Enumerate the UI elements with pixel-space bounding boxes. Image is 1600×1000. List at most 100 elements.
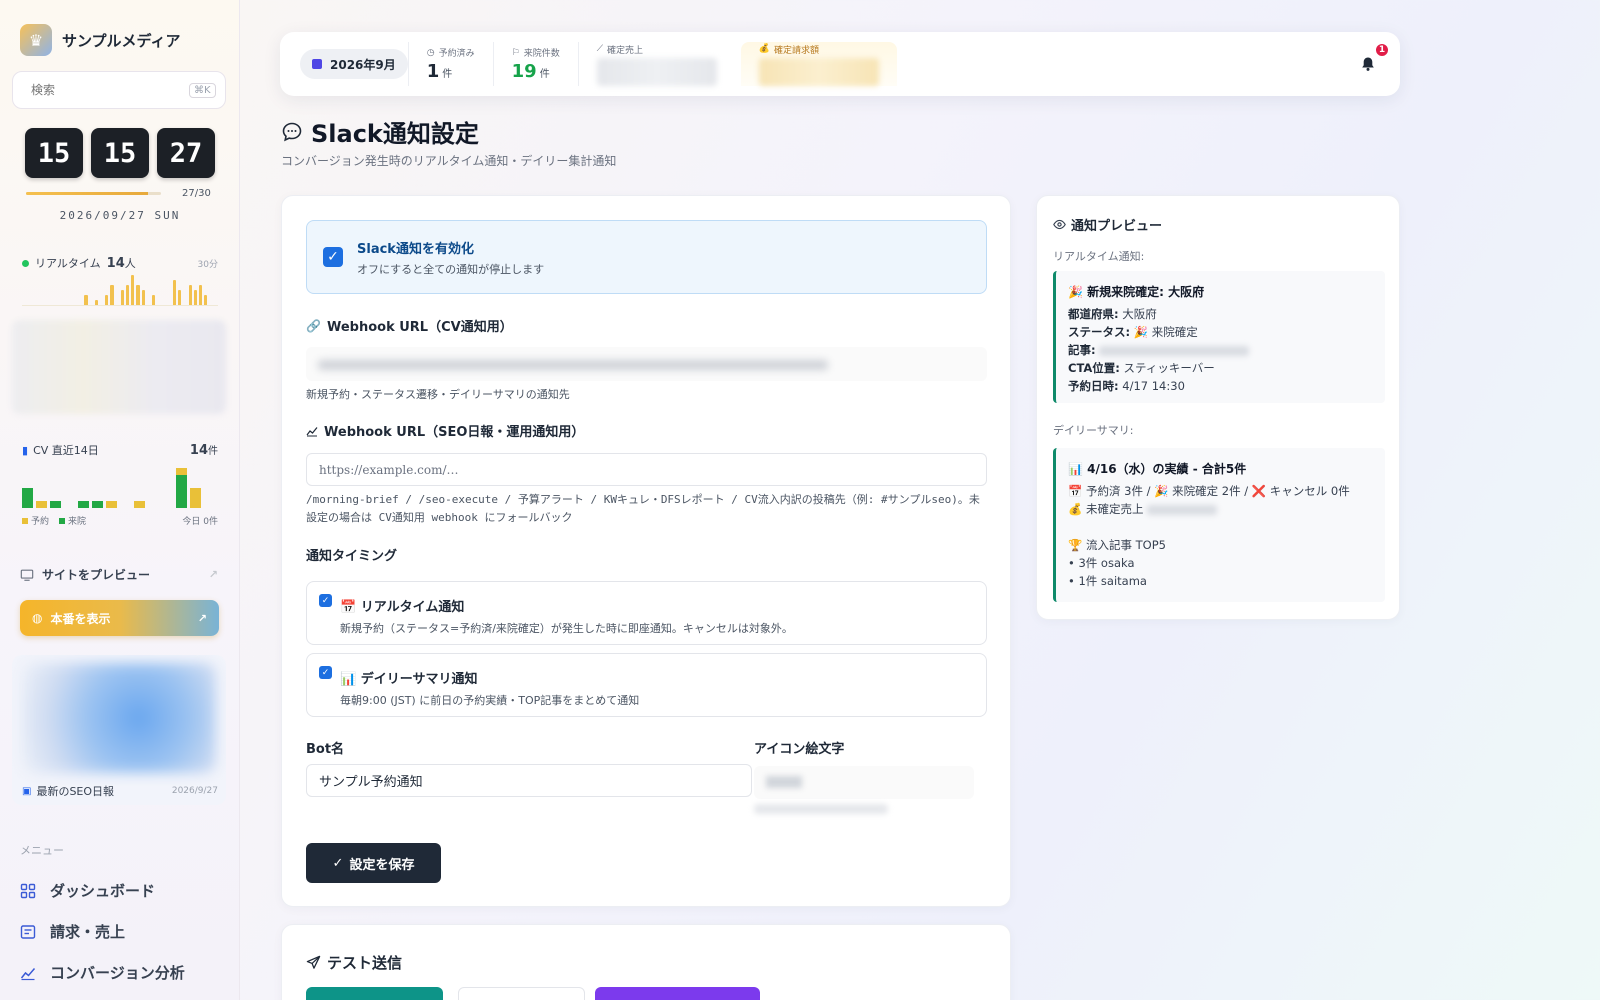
webhook-cv-input[interactable]: [306, 347, 987, 381]
menu-item-conversion[interactable]: コンバージョン分析: [20, 952, 220, 993]
line-chart-icon: [20, 967, 36, 980]
notifications-button[interactable]: 1: [1356, 42, 1390, 76]
stat-booked-unit: 件: [442, 69, 453, 80]
menu-item-billing[interactable]: 請求・売上: [20, 911, 220, 952]
daily-option[interactable]: ✓ 📊 デイリーサマリ通知 毎朝9:00 (JST) に前日の予約実績・TOP記…: [306, 653, 987, 717]
enable-checkbox[interactable]: ✓: [323, 247, 343, 267]
rt-cta-key: CTA位置:: [1068, 361, 1120, 375]
view-production-label: 本番を表示: [50, 611, 111, 626]
cv-total: 14件: [190, 442, 218, 458]
stat-visits-number: 19: [511, 61, 537, 82]
daily-msg-item: • 1件 saitama: [1068, 574, 1147, 588]
flag-icon: ⚐: [511, 47, 520, 58]
external-link-icon: ↗: [208, 568, 218, 581]
stat-booked-label: ◷ 予約済み: [427, 46, 475, 60]
stat-booked-number: 1: [426, 61, 440, 82]
realtime-checkbox[interactable]: ✓: [319, 594, 332, 607]
stat-sales-label: ⟋ 確定売上: [597, 43, 717, 56]
site-preview-link[interactable]: サイトをプレビュー ↗: [20, 566, 218, 583]
seo-report-caption: ▣ 最新のSEO日報 2026/9/27: [22, 783, 218, 799]
view-production-button[interactable]: ◍ 本番を表示 ↗: [20, 600, 219, 636]
rt-msg-status: ステータス: 🎉 来院確定: [1068, 323, 1373, 341]
monitor-icon: [20, 569, 34, 581]
save-settings-button[interactable]: ✓ 設定を保存: [306, 843, 441, 883]
rt-msg-cta: CTA位置: スティッキーバー: [1068, 359, 1373, 377]
daily-msg-title: 📊 4/16（水）の実績 - 合計5件: [1068, 462, 1247, 476]
daily-unconfirmed-label: 💰 未確定売上: [1068, 502, 1144, 516]
stat-sales: ⟋ 確定売上: [577, 42, 735, 86]
seo-report-label: 最新のSEO日報: [36, 785, 115, 798]
realtime-unit: 人: [124, 257, 136, 270]
receipt-icon: [20, 924, 36, 939]
stat-billing-redacted: [758, 57, 879, 86]
daily-msg-top: 🏆 流入記事 TOP5: [1068, 538, 1166, 552]
webhook-seo-input[interactable]: https://example.com/…: [306, 453, 987, 486]
search-box[interactable]: ⌘K: [12, 71, 226, 109]
settings-card: ✓ Slack通知を有効化 オフにすると全ての通知が停止します 🔗 Webhoo…: [281, 195, 1011, 907]
enable-text: Slack通知を有効化 オフにすると全ての通知が停止します: [357, 238, 544, 277]
rt-status-value: 🎉 来院確定: [1133, 325, 1198, 339]
rt-msg-date: 予約日時: 4/17 14:30: [1068, 377, 1373, 395]
brand-name: サンプルメディア: [62, 31, 181, 50]
test-send-button-purple[interactable]: [595, 987, 760, 1000]
menu-item-label: 請求・売上: [50, 923, 126, 941]
enable-slack-toggle[interactable]: ✓ Slack通知を有効化 オフにすると全ての通知が停止します: [306, 220, 987, 294]
page-title: Slack通知設定: [281, 114, 479, 149]
realtime-bar: [120, 290, 125, 305]
stat-billing: 💰 確定請求額: [740, 42, 897, 86]
cv-day-bar: [106, 501, 117, 508]
search-input[interactable]: [31, 83, 181, 97]
stat-visits-label: ⚐ 来院件数: [511, 46, 560, 60]
bot-name-input[interactable]: サンプル予約通知: [306, 764, 752, 797]
cv-booked-segment: [106, 501, 117, 508]
cv-day-bar: [78, 501, 89, 508]
realtime-bar: [141, 290, 145, 305]
realtime-bar: [105, 295, 109, 305]
stats-header: 2026年9月 ◷ 予約済み 1件 ⚐ 来院件数 19 件 ⟋ 確定売上 💰 確定請求額 …: [280, 32, 1400, 96]
test-send-button-teal[interactable]: [306, 987, 443, 1000]
seo-report-card[interactable]: ▣ 最新のSEO日報 2026/9/27: [12, 655, 226, 805]
legend-booked-label: 予約: [31, 517, 50, 527]
realtime-bar: [152, 295, 156, 305]
bell-icon: [1362, 57, 1374, 71]
cv-visited-segment: [176, 474, 187, 508]
stat-visits-label-text: 来院件数: [523, 49, 560, 59]
menu-item-label: コンバージョン分析: [50, 964, 185, 982]
cv-visited-segment: [50, 501, 61, 508]
cv-day-bar: [50, 501, 61, 508]
legend-visited-label: 来院: [68, 517, 87, 527]
site-preview-label: サイトをプレビュー: [42, 568, 151, 582]
menu-item-dashboard[interactable]: ダッシュボード: [20, 870, 220, 911]
clock: 15 15 27: [25, 128, 215, 178]
line-chart-icon: [306, 426, 318, 436]
rt-msg-pref: 都道府県: 大阪府: [1068, 305, 1373, 323]
stat-visits-unit: 件: [539, 69, 550, 80]
redacted-emoji-hint: [754, 804, 888, 814]
realtime-bar: [94, 300, 99, 305]
test-send-title: テスト送信: [306, 952, 402, 973]
realtime-option-title: 📅 リアルタイム通知: [340, 600, 465, 615]
month-selector[interactable]: 2026年9月: [300, 49, 408, 79]
bot-name-label: Bot名: [306, 742, 345, 757]
clock-seconds: 27: [157, 128, 215, 178]
daily-msg-line2: 💰 未確定売上: [1068, 500, 1373, 518]
realtime-bar: [126, 285, 130, 305]
preview-title: 通知プレビュー: [1053, 215, 1162, 234]
enable-desc: オフにすると全ての通知が停止します: [357, 262, 545, 276]
cv-visited-segment: [92, 501, 103, 508]
redacted-sales: [1147, 504, 1218, 515]
trend-icon: ⟋: [596, 44, 604, 54]
send-icon: [306, 955, 321, 969]
icon-emoji-input[interactable]: [754, 766, 974, 799]
test-date-input[interactable]: [458, 987, 585, 1000]
realtime-option[interactable]: ✓ 📅 リアルタイム通知 新規予約（ステータス=予約済/来院確定）が発生した時に…: [306, 581, 987, 645]
brand[interactable]: ♛ サンプルメディア: [20, 24, 181, 56]
rt-status-key: ステータス:: [1068, 325, 1131, 339]
webhook-cv-hint: 新規予約・ステータス遷移・デイリーサマリの通知先: [306, 388, 570, 401]
realtime-bar: [204, 295, 208, 305]
cv-visited-segment: [78, 501, 89, 508]
check-icon: ✓: [332, 855, 344, 871]
daily-option-title: 📊 デイリーサマリ通知: [340, 672, 478, 687]
daily-checkbox[interactable]: ✓: [319, 666, 332, 679]
main-menu: ダッシュボード 請求・売上 コンバージョン分析: [20, 870, 220, 993]
